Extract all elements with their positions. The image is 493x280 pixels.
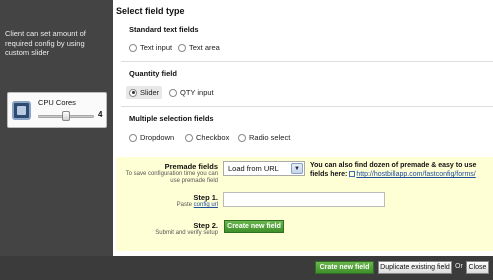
section-title-quantity: Quantity field <box>129 69 177 78</box>
option-dropdown[interactable]: Dropdown <box>129 133 174 142</box>
radio-qty-input[interactable] <box>169 88 177 97</box>
premade-label: Premade fields <box>164 162 218 171</box>
create-new-field-button[interactable]: Create new field <box>224 220 284 233</box>
close-button[interactable]: Close <box>466 261 489 274</box>
step2-label: Step 2. <box>193 221 218 230</box>
option-radio-select[interactable]: Radio select <box>238 133 290 142</box>
premade-fields-panel: Premade fields To save configuration tim… <box>116 157 493 251</box>
radio-text-area[interactable] <box>178 43 186 52</box>
premade-select-value: Load from URL <box>228 164 279 173</box>
duplicate-field-button[interactable]: Duplicate existing field <box>378 261 452 274</box>
field-description: Client can set amount of required config… <box>5 29 86 57</box>
preview-value: 4 <box>98 110 103 119</box>
divider <box>121 61 493 62</box>
preview-slider-thumb[interactable] <box>62 111 70 121</box>
page-title: Select field type <box>116 6 185 16</box>
radio-radio-select[interactable] <box>238 133 246 142</box>
option-text-input[interactable]: Text input <box>129 43 172 52</box>
option-text-area[interactable]: Text area <box>178 43 220 52</box>
config-url-input[interactable] <box>223 192 385 207</box>
radio-checkbox[interactable] <box>185 133 193 142</box>
chevron-down-icon[interactable]: ▼ <box>291 163 303 174</box>
option-checkbox[interactable]: Checkbox <box>185 133 229 142</box>
cpu-icon <box>12 101 31 120</box>
option-slider[interactable]: Slider <box>126 86 163 99</box>
main-panel: Select field type Standard text fields T… <box>113 0 493 256</box>
option-label: QTY input <box>180 88 214 97</box>
option-label: Text area <box>189 43 220 52</box>
step1-sub-prefix: Paste <box>176 202 192 208</box>
premade-sublabel: To save configuration time you can use p… <box>125 171 218 184</box>
option-label: Checkbox <box>196 133 230 142</box>
section-title-standard: Standard text fields <box>129 25 199 34</box>
footer-create-button[interactable]: Crate new field <box>315 261 374 274</box>
step1-label: Step 1. <box>193 193 218 202</box>
option-label: Dropdown <box>140 133 175 142</box>
premade-fields-link[interactable]: http://hostbillapp.com/fastconfig/forms/ <box>356 171 475 178</box>
premade-info: You can also find dozen of premade & eas… <box>310 161 492 179</box>
footer-bar: Crate new field Duplicate existing field… <box>0 256 493 280</box>
or-text: Or <box>455 263 463 270</box>
external-link-icon <box>349 171 356 178</box>
radio-slider[interactable] <box>129 88 137 97</box>
option-label: Slider <box>140 88 160 97</box>
option-qty-input[interactable]: QTY input <box>169 88 214 97</box>
left-panel: Client can set amount of required config… <box>0 0 113 256</box>
radio-dropdown[interactable] <box>129 133 137 142</box>
step2-sublabel: Submit and verify setup <box>155 230 218 236</box>
option-label: Radio select <box>249 133 291 142</box>
option-label: Text input <box>140 43 173 52</box>
premade-select[interactable]: Load from URL ▼ <box>223 161 305 176</box>
preview-title: CPU Cores <box>38 98 76 107</box>
divider <box>121 106 493 107</box>
config-url-link[interactable]: config url <box>194 202 218 208</box>
section-title-multiple: Multiple selection fields <box>129 114 214 123</box>
radio-text-input[interactable] <box>129 43 137 52</box>
field-preview: CPU Cores 4 <box>7 92 107 128</box>
step1-sublabel: Paste config url <box>177 202 218 209</box>
